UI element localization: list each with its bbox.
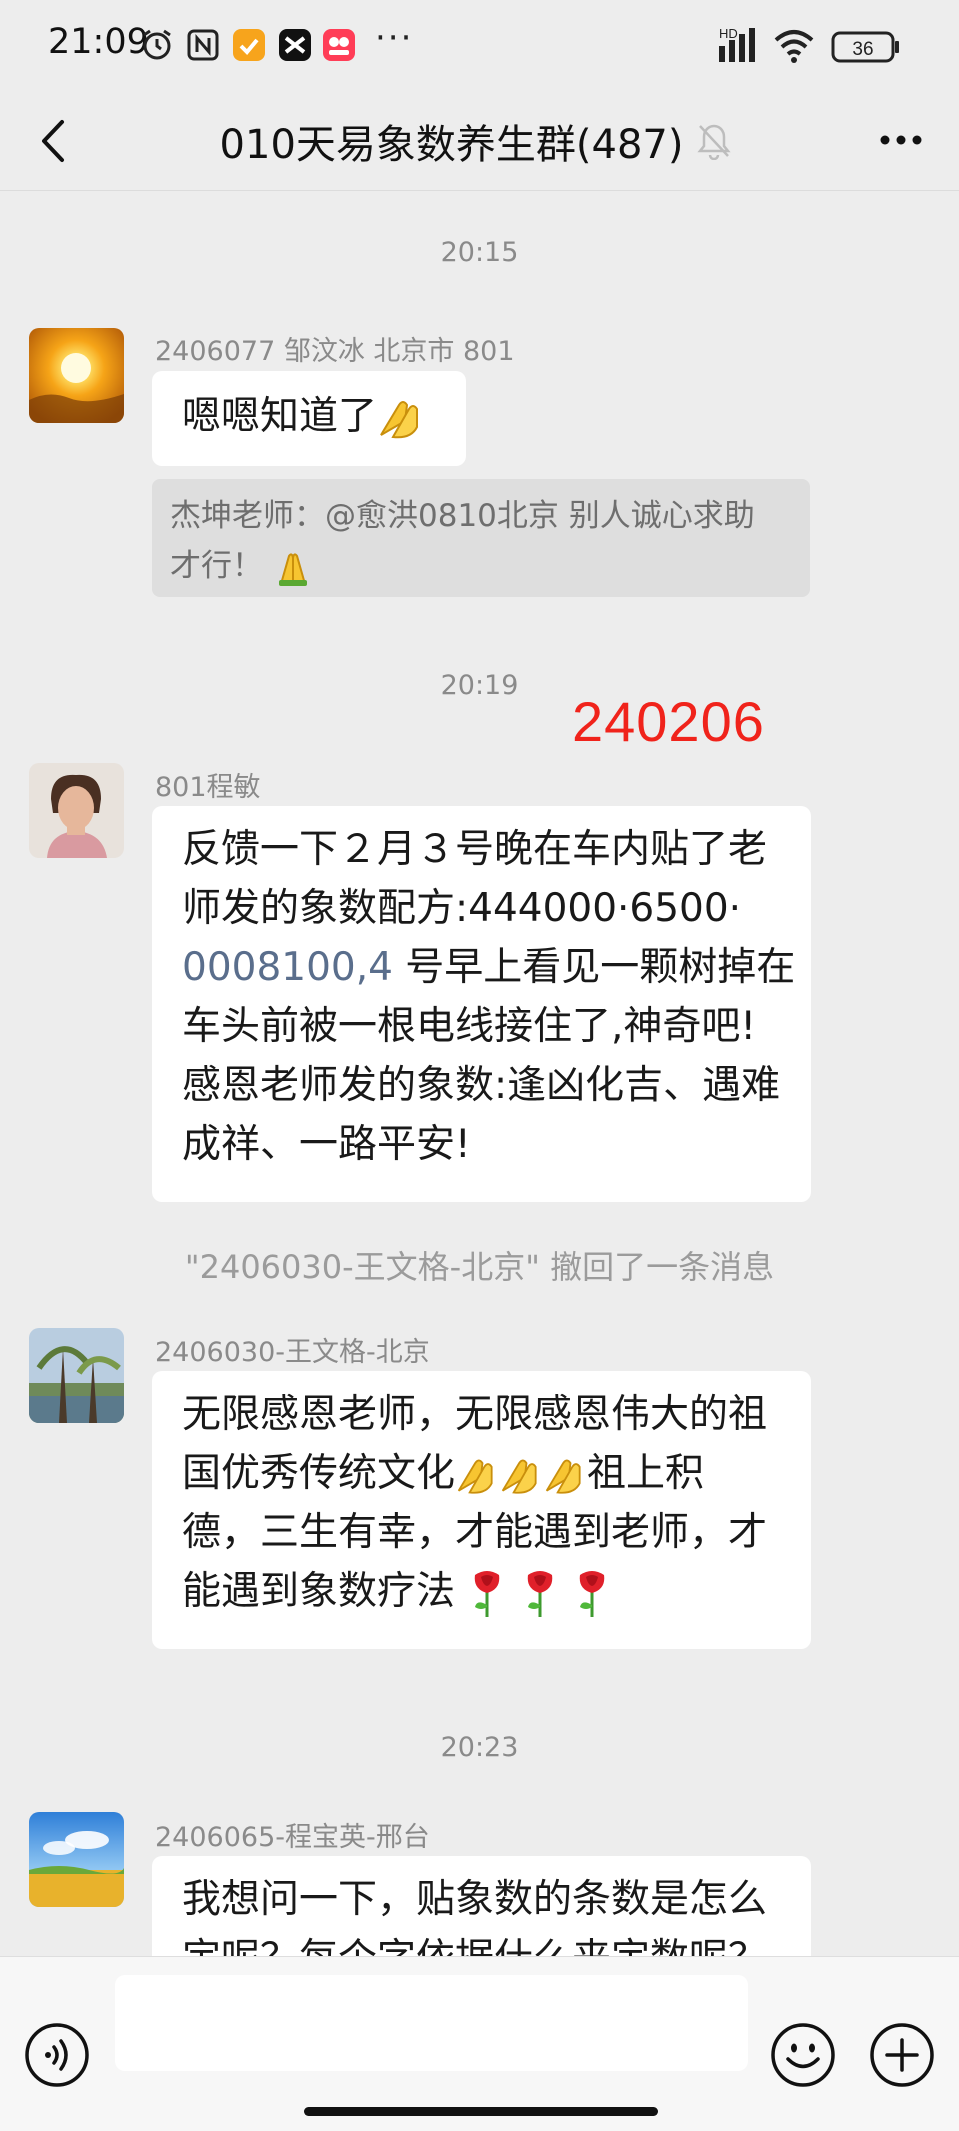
message-bubble[interactable]: 我想问一下，贴象数的条数是怎么 定呢？每个字依据什么来定数呢？ [152,1856,811,1956]
svg-text:36: 36 [852,39,873,60]
avatar[interactable] [29,1812,124,1907]
status-time: 21:09 [48,22,149,62]
message-line: 0008100,4 号早上看见一颗树掉在 [182,945,796,990]
sender-name: 2406077 邹汶冰 北京市 801 [155,336,515,367]
pray-hands-emoji-icon [278,552,307,586]
time-label: 20:23 [440,1732,519,1763]
message-bubble[interactable]: 无限感恩老师，无限感恩伟大的祖 国优秀传统文化 祖上积 德，三生有幸，才能遇到老师… [152,1371,811,1649]
message-line: 反馈一下２月３号晚在车内贴了老 [182,827,768,872]
message-bubble[interactable]: 反馈一下２月３号晚在车内贴了老 师发的象数配方:444000·6500· 000… [152,806,811,1202]
svg-text:HD: HD [719,26,738,41]
time-label: 20:19 [440,670,519,701]
rose-emoji-icon [579,1570,605,1617]
sender-name: 2406030-王文格-北京 [155,1337,430,1368]
wifi-icon [774,30,814,63]
sender-name: 2406065-程宝英-邢台 [155,1822,430,1853]
clap-hands-emoji-icon [545,1459,581,1494]
status-bar: 21:09 ··· HD 36 [0,0,959,90]
alarm-icon [143,29,171,60]
message-line: 感恩老师发的象数:逢凶化吉、遇难 [182,1063,781,1108]
number-link[interactable]: 0008100,4 [182,945,393,990]
status-more: ··· [375,18,414,58]
message-line: 车头前被一根电线接住了,神奇吧! [182,1004,757,1049]
message-line: 无限感恩老师，无限感恩伟大的祖 [182,1392,768,1437]
app-icon [233,29,265,61]
rose-emoji-icon [527,1570,553,1617]
avatar[interactable] [29,328,124,423]
time-label: 20:15 [440,237,519,268]
clap-hands-emoji-icon [380,400,419,438]
message-bubble[interactable]: 嗯嗯知道了 [152,371,466,466]
quoted-reply[interactable]: 杰坤老师：@愈洪0810北京 别人诚心求助 才行！ [152,479,810,597]
message-line: 定呢？每个字依据什么来定数呢？ [182,1929,781,1956]
clap-hands-emoji-icon [457,1459,493,1494]
mute-bell-icon [697,124,731,160]
rose-emoji-icon [475,1570,500,1617]
status-right-icons: HD 36 [719,26,899,63]
message-line: 国优秀传统文化 祖上积 [182,1451,705,1496]
chat-header: 010天易象数养生群(487) [0,90,959,191]
more-dots-icon[interactable] [873,118,929,162]
plus-icon[interactable] [869,2022,935,2088]
message-input[interactable] [115,1975,748,2071]
message-line: 能遇到象数疗法 [182,1562,781,1621]
battery-icon: 36 [831,31,899,63]
signal-icon: HD [719,26,755,62]
chat-messages[interactable]: 20:15 2406077 邹汶冰 北京市 801 嗯嗯知道了 杰坤老师：@愈洪… [0,191,959,1956]
message-line: 成祥、一路平安! [182,1122,471,1167]
message-line: 德，三生有幸，才能遇到老师，才 [182,1510,768,1555]
home-indicator[interactable] [304,2107,658,2116]
red-annotation: 240206 [572,690,765,753]
recall-notice: "2406030-王文格-北京" 撤回了一条消息 [184,1248,775,1286]
quote-line: 杰坤老师：@愈洪0810北京 别人诚心求助 [170,498,755,534]
avatar[interactable] [29,1328,124,1423]
capcut-icon [279,29,311,61]
nfc-icon [187,29,219,61]
avatar[interactable] [29,763,124,858]
message-text: 嗯嗯知道了 [182,394,378,439]
chat-title: 010天易象数养生群(487) [219,122,684,168]
clap-hands-emoji-icon [501,1459,537,1494]
message-line: 师发的象数配方:444000·6500· [182,886,742,931]
message-line: 我想问一下，贴象数的条数是怎么 [182,1877,768,1922]
voice-icon[interactable] [24,2022,90,2088]
sender-name: 801程敏 [155,772,261,803]
input-bar [0,1956,959,2131]
emoji-face-icon[interactable] [770,2022,836,2088]
quote-line: 才行！ [170,548,313,586]
shop-icon [323,29,355,61]
